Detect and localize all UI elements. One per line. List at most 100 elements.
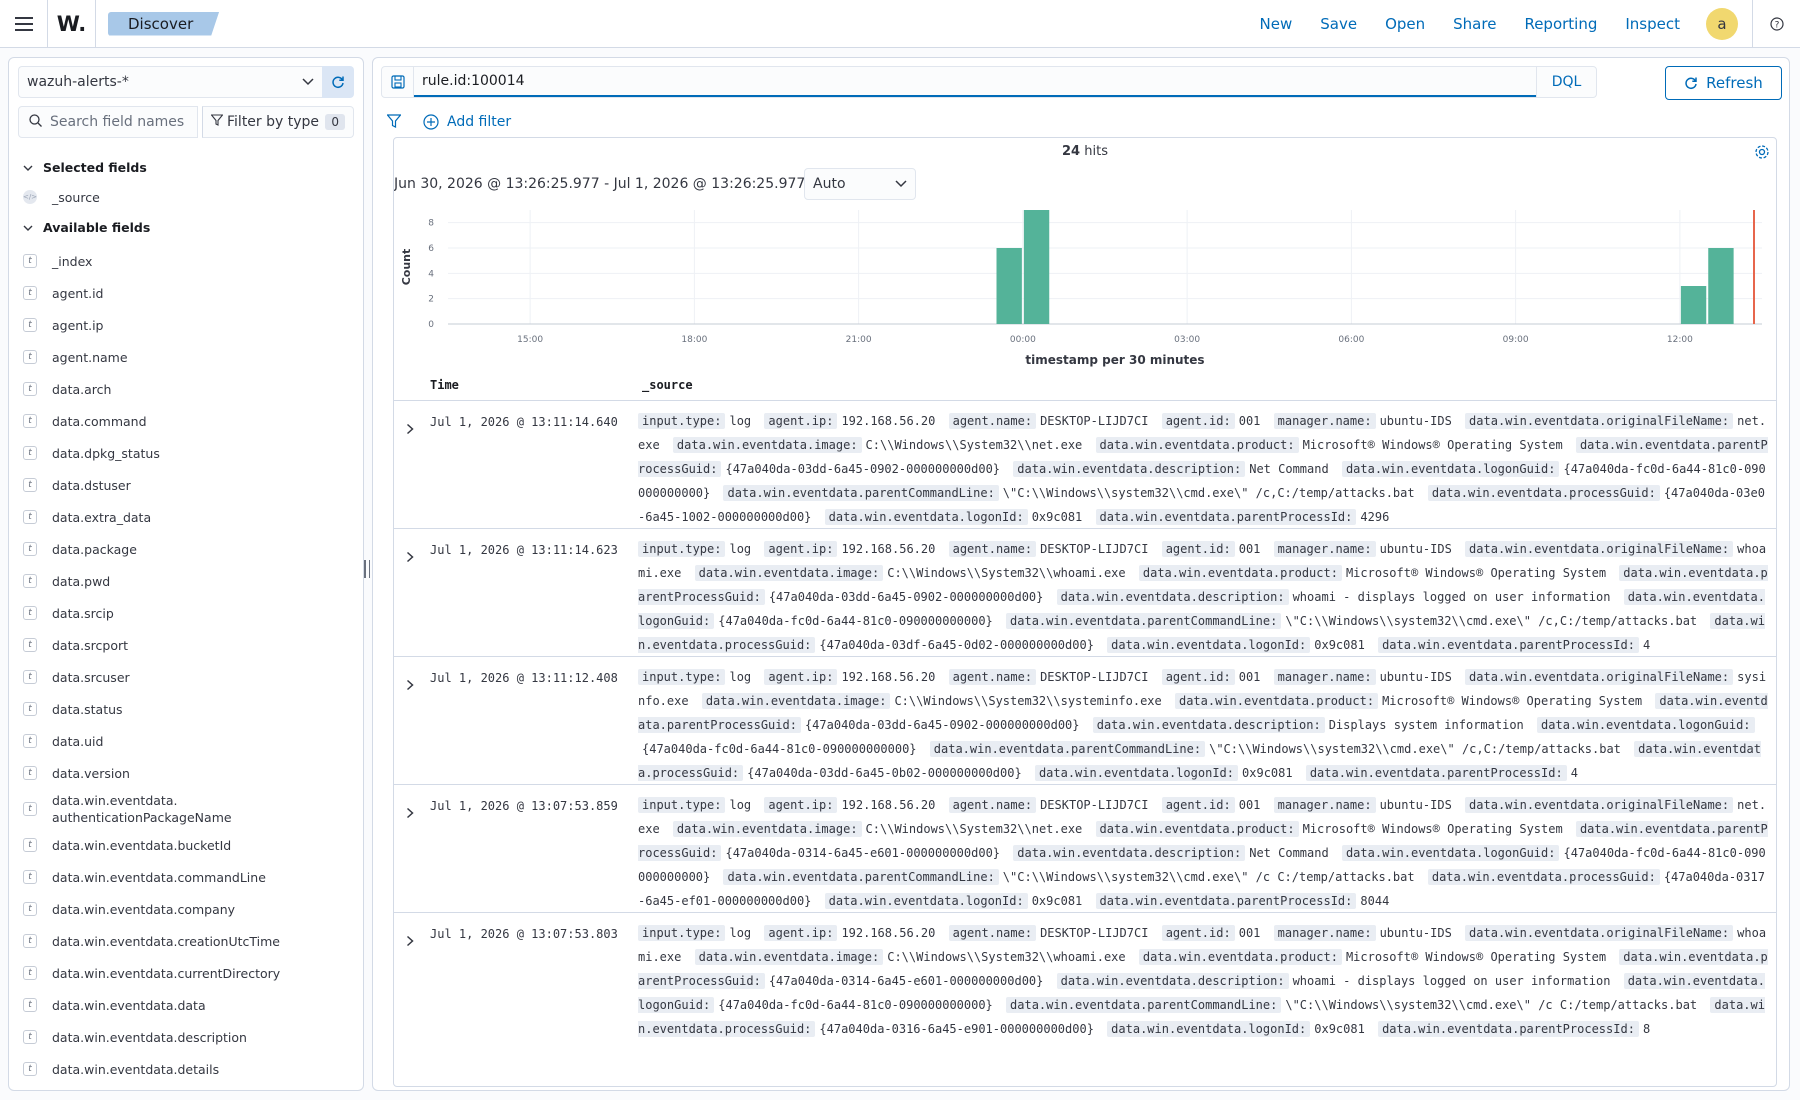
field-item[interactable]: t data.win.eventdata.bucketId <box>9 829 363 861</box>
source-value: {47a040da-fc0d-6a44-81c0-090000000000} <box>642 742 917 756</box>
source-value: {47a040da-fc0d-6a44-81c0-090000000000} <box>718 998 993 1012</box>
source-key: input.type: <box>638 669 726 685</box>
add-filter-button[interactable]: Add filter <box>423 114 511 130</box>
field-item[interactable]: t data.srcip <box>9 597 363 629</box>
menu-icon[interactable] <box>0 0 48 48</box>
chevron-right-icon[interactable] <box>402 549 418 565</box>
source-value: Net Command <box>1249 846 1329 860</box>
field-item[interactable]: t data.srcuser <box>9 661 363 693</box>
field-item[interactable]: t data.uid <box>9 725 363 757</box>
app-logo[interactable]: W. <box>48 0 96 48</box>
filter-icon[interactable] <box>386 113 402 132</box>
histogram-bar <box>1708 248 1734 324</box>
filter-by-type-button[interactable]: Filter by type 0 <box>202 106 354 138</box>
string-type-icon: t <box>23 838 37 852</box>
filter-icon <box>210 114 224 130</box>
refresh-button[interactable]: Refresh <box>1665 66 1782 100</box>
chevron-right-icon[interactable] <box>402 805 418 821</box>
field-item[interactable]: t agent.ip <box>9 309 363 341</box>
field-item[interactable]: t data.win.eventdata.company <box>9 893 363 925</box>
source-value: C:\\Windows\\System32\\systeminfo.exe <box>894 694 1162 708</box>
interval-select[interactable]: Auto <box>804 168 916 200</box>
field-search-input[interactable] <box>50 114 185 130</box>
source-field: data.win.eventdata.description: whoami - … <box>1056 973 1610 989</box>
string-type-icon: t <box>23 286 37 300</box>
nav-reporting-link[interactable]: Reporting <box>1524 15 1597 33</box>
field-item[interactable]: t data.win.eventdata.creationUtcTime <box>9 925 363 957</box>
selected-fields-toggle[interactable]: Selected fields <box>9 153 363 181</box>
chevron-right-icon[interactable] <box>402 933 418 949</box>
string-type-icon: t <box>23 606 37 620</box>
field-item-source[interactable]: </> _source <box>9 181 363 213</box>
field-item[interactable]: t data.extra_data <box>9 501 363 533</box>
source-key: data.win.eventdata.processGuid: <box>1427 869 1660 885</box>
nav-open-link[interactable]: Open <box>1385 15 1425 33</box>
chevron-right-icon[interactable] <box>402 677 418 693</box>
source-key: agent.id: <box>1161 413 1235 429</box>
gear-icon[interactable] <box>1754 144 1770 164</box>
source-value: \"C:\\Windows\\system32\\cmd.exe\" /c,C:… <box>1285 614 1698 628</box>
source-field: input.type: log <box>638 669 751 685</box>
field-item[interactable]: t data.version <box>9 757 363 789</box>
help-icon[interactable]: ? <box>1752 0 1800 48</box>
field-sidebar: wazuh-alerts-* Filter by type 0 Selected… <box>8 57 364 1091</box>
field-item[interactable]: t data.package <box>9 533 363 565</box>
query-language-button[interactable]: DQL <box>1536 67 1596 97</box>
field-item[interactable]: t data.arch <box>9 373 363 405</box>
nav-share-link[interactable]: Share <box>1453 15 1496 33</box>
field-item[interactable]: t data.win.eventdata.details <box>9 1053 363 1085</box>
source-value: {47a040da-03dd-6a45-0902-000000000d00} <box>804 718 1080 732</box>
refresh-index-button[interactable] <box>322 66 354 98</box>
field-name: data.win.eventdata.currentDirectory <box>52 965 281 981</box>
available-fields-toggle[interactable]: Available fields <box>9 213 363 241</box>
filter-row: Add filter <box>386 110 511 134</box>
field-item[interactable]: t agent.id <box>9 277 363 309</box>
field-item[interactable]: t data.dstuser <box>9 469 363 501</box>
field-item[interactable]: t data.command <box>9 405 363 437</box>
nav-new-link[interactable]: New <box>1260 15 1293 33</box>
field-item[interactable]: t data.win.eventdata.data <box>9 989 363 1021</box>
string-type-icon: t <box>23 934 37 948</box>
source-key: agent.ip: <box>764 541 838 557</box>
table-row: Jul 1, 2026 @ 13:11:14.640 input.type: log… <box>394 400 1776 528</box>
nav-save-link[interactable]: Save <box>1320 15 1357 33</box>
y-tick-label: 8 <box>428 219 434 229</box>
field-item[interactable]: t data.pwd <box>9 565 363 597</box>
source-value: 192.168.56.20 <box>841 926 936 940</box>
field-item[interactable]: t data.win.eventdata.commandLine <box>9 861 363 893</box>
field-item[interactable]: t data.status <box>9 693 363 725</box>
field-name: data.command <box>52 413 147 429</box>
nav-inspect-link[interactable]: Inspect <box>1625 15 1680 33</box>
field-name: agent.id <box>52 285 104 301</box>
search-icon <box>29 113 42 131</box>
resize-handle[interactable] <box>364 560 370 578</box>
plus-circle-icon <box>423 114 439 130</box>
field-item[interactable]: t data.dpkg_status <box>9 437 363 469</box>
query-input[interactable]: rule.id:100014 <box>414 67 1536 97</box>
breadcrumb-discover[interactable]: Discover <box>108 12 219 36</box>
col-time-header[interactable]: Time <box>430 378 459 392</box>
field-item[interactable]: t data.win.eventdata.currentDirectory <box>9 957 363 989</box>
row-timestamp: Jul 1, 2026 @ 13:11:14.640 <box>430 415 618 429</box>
field-item[interactable]: t agent.name <box>9 341 363 373</box>
source-value: Microsoft® Windows® Operating System <box>1302 438 1563 452</box>
avatar[interactable]: a <box>1706 7 1738 40</box>
field-item[interactable]: t data.srcport <box>9 629 363 661</box>
source-value: 4296 <box>1360 510 1390 524</box>
source-field: data.win.eventdata.parentCommandLine: \"C… <box>1006 613 1698 629</box>
col-source-header[interactable]: _source <box>642 378 693 392</box>
source-field: data.win.eventdata.parentProcessId: 4 <box>1305 765 1578 781</box>
field-item[interactable]: t data.win.eventdata. authenticationPacka… <box>9 789 363 829</box>
chevron-right-icon[interactable] <box>402 421 418 437</box>
source-field: data.win.eventdata.parentProcessId: 4 <box>1378 637 1650 653</box>
source-key: data.win.eventdata.logonGuid: <box>1341 461 1560 477</box>
index-pattern-select[interactable]: wazuh-alerts-* <box>18 66 322 98</box>
field-item[interactable]: t _index <box>9 245 363 277</box>
source-value: ubuntu-IDS <box>1379 926 1452 940</box>
saved-query-icon[interactable] <box>382 67 414 97</box>
field-name: data.uid <box>52 733 104 749</box>
source-key: data.win.eventdata.image: <box>672 821 862 837</box>
string-type-icon: t <box>23 966 37 980</box>
y-tick-label: 6 <box>428 244 434 254</box>
field-item[interactable]: t data.win.eventdata.description <box>9 1021 363 1053</box>
